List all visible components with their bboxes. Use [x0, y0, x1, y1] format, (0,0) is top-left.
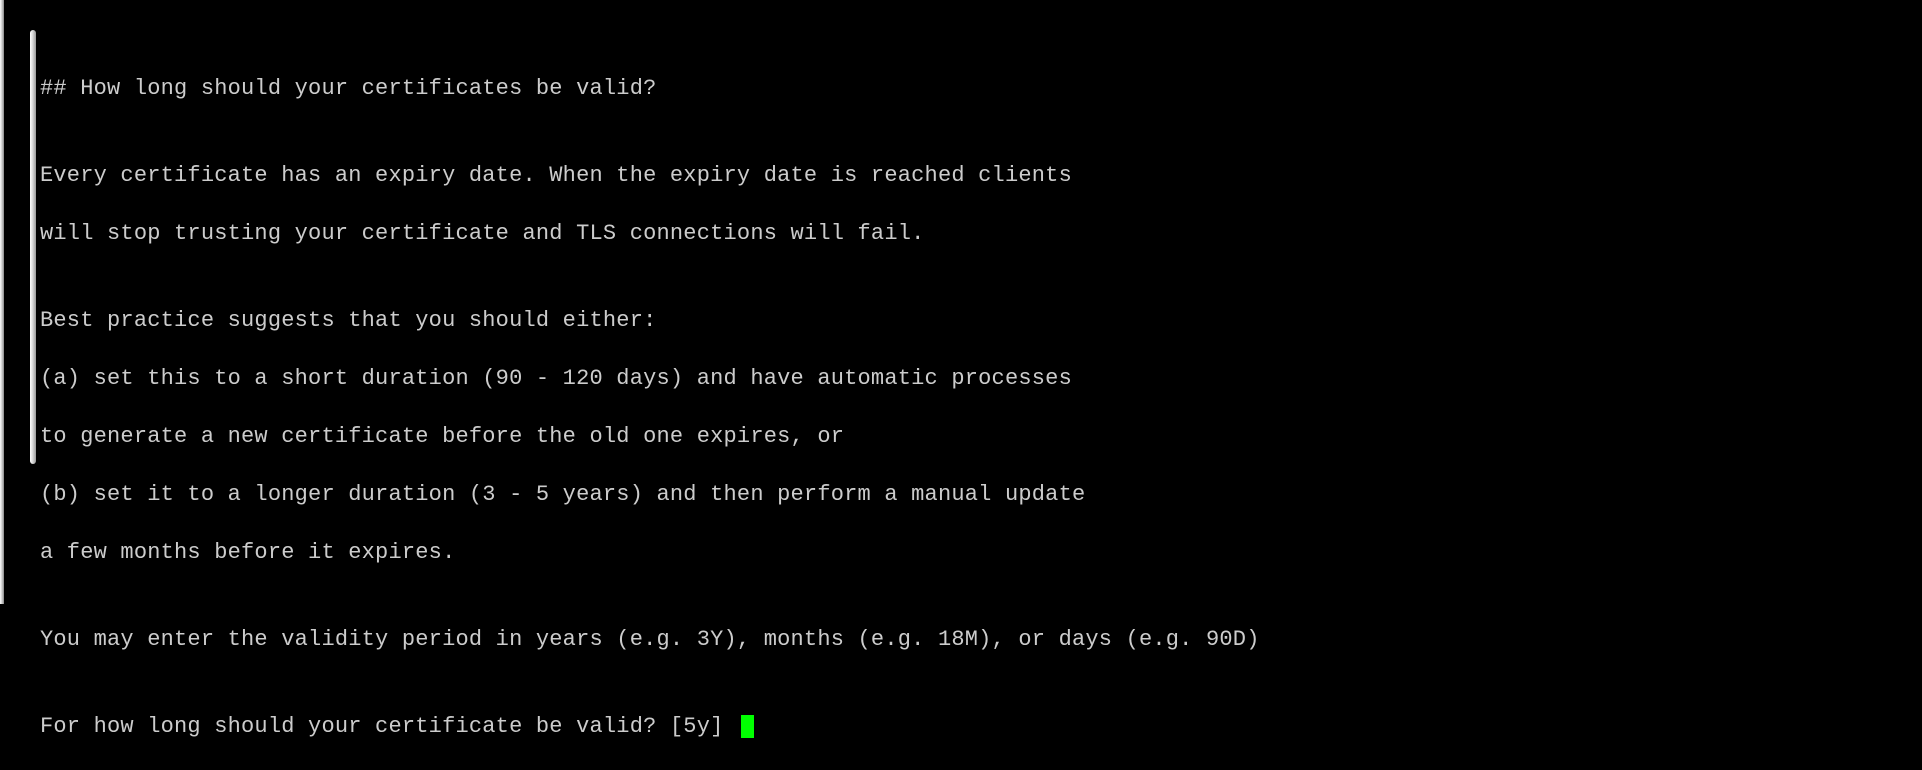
window-inner-left-bevel [30, 30, 36, 464]
terminal-prompt-line[interactable]: For how long should your certificate be … [40, 712, 1260, 741]
terminal-text-line: You may enter the validity period in yea… [40, 625, 1260, 654]
terminal-text-line: Every certificate has an expiry date. Wh… [40, 161, 1260, 190]
terminal-text-line: (a) set this to a short duration (90 - 1… [40, 364, 1260, 393]
terminal-text-line: a few months before it expires. [40, 538, 1260, 567]
window-left-bevel [0, 0, 4, 604]
terminal-text-line: Best practice suggests that you should e… [40, 306, 1260, 335]
terminal-text-line: (b) set it to a longer duration (3 - 5 y… [40, 480, 1260, 509]
terminal-cursor [741, 715, 754, 738]
terminal-heading: ## How long should your certificates be … [40, 74, 1260, 103]
terminal-prompt-text: For how long should your certificate be … [40, 712, 737, 741]
terminal-text-line: will stop trusting your certificate and … [40, 219, 1260, 248]
terminal-text-line: to generate a new certificate before the… [40, 422, 1260, 451]
terminal-output[interactable]: ## How long should your certificates be … [40, 45, 1260, 770]
